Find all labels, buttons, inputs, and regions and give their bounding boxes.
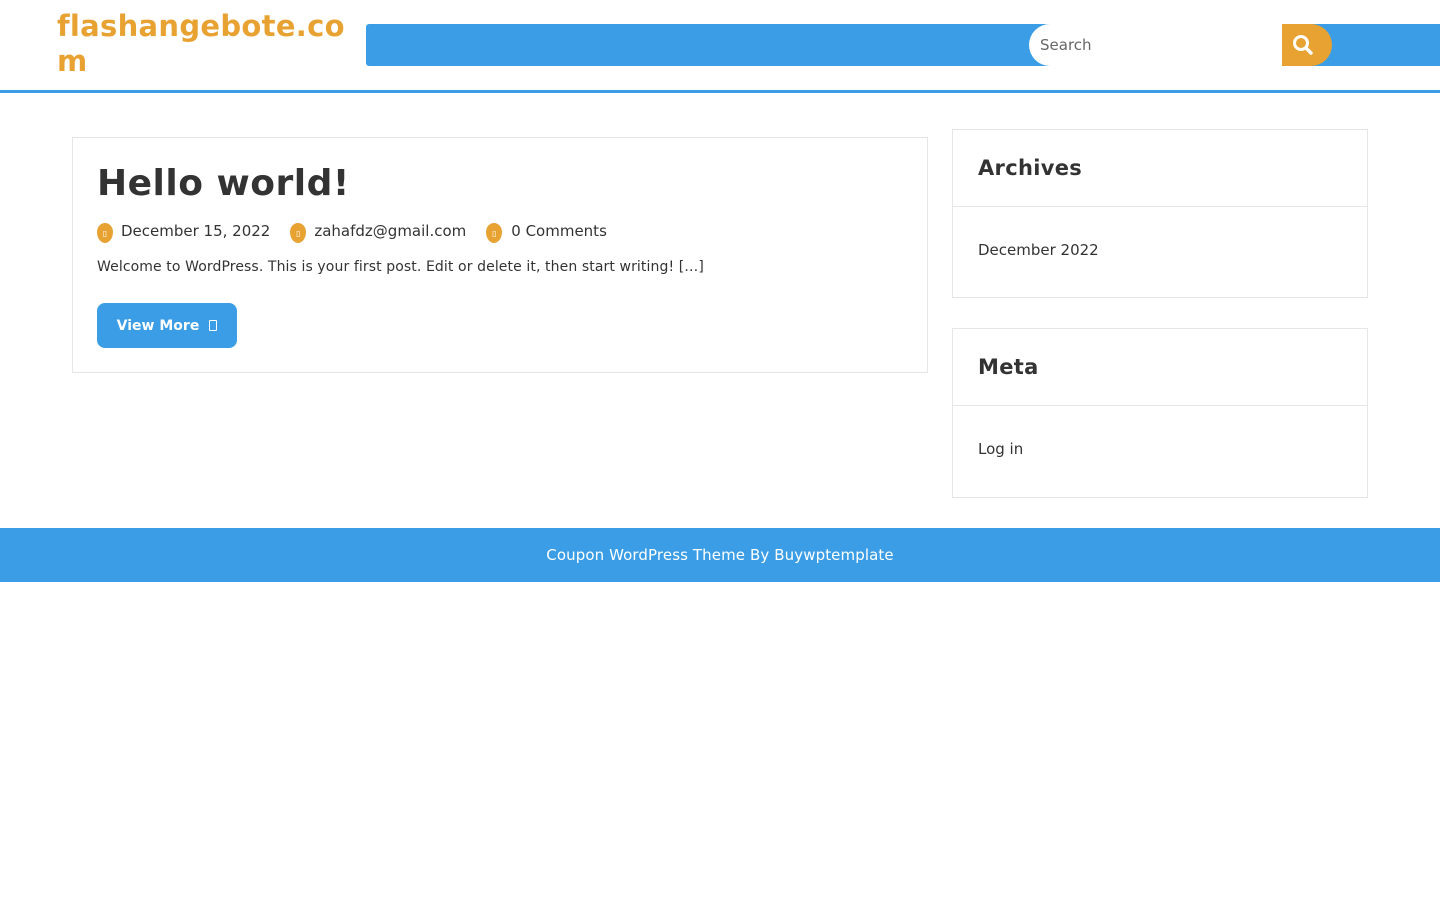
archives-title: Archives: [953, 130, 1367, 207]
post-comments-text[interactable]: 0 Comments: [511, 222, 607, 240]
meta-title: Meta: [953, 329, 1367, 406]
meta-list: Log in: [953, 406, 1367, 458]
comment-icon: ▯: [486, 223, 503, 243]
post-card: Hello world! ▯ December 15, 2022 ▯ zahaf…: [72, 137, 928, 373]
archive-link-december-2022[interactable]: December 2022: [978, 241, 1099, 259]
calendar-icon: ▯: [97, 223, 113, 243]
post-excerpt: Welcome to WordPress. This is your first…: [97, 259, 704, 275]
site-footer: Coupon WordPress Theme By Buywptemplate: [0, 528, 1440, 582]
header-divider: [0, 90, 1440, 93]
site-header: flashangebote.com: [0, 0, 1440, 90]
post-comments: ▯ 0 Comments: [486, 219, 607, 243]
post-date: ▯ December 15, 2022: [97, 219, 270, 243]
view-more-button[interactable]: View More: [97, 303, 237, 348]
search-icon: [1293, 35, 1313, 55]
meta-widget: Meta Log in: [952, 328, 1368, 498]
site-title-link[interactable]: flashangebote.com: [57, 9, 347, 79]
login-link[interactable]: Log in: [978, 440, 1023, 458]
arrow-right-icon: [209, 320, 218, 331]
footer-credit[interactable]: Coupon WordPress Theme By Buywptemplate: [546, 546, 893, 564]
search-button[interactable]: [1282, 24, 1332, 66]
view-more-label: View More: [116, 317, 200, 334]
archive-item: December 2022: [978, 241, 1367, 259]
post-date-text[interactable]: December 15, 2022: [121, 222, 270, 240]
search-input[interactable]: [1029, 24, 1289, 66]
archives-list: December 2022: [953, 207, 1367, 259]
post-title[interactable]: Hello world!: [97, 162, 350, 206]
user-icon: ▯: [290, 223, 307, 243]
meta-item: Log in: [978, 440, 1367, 458]
post-author-text[interactable]: zahafdz@gmail.com: [314, 222, 466, 240]
post-meta: ▯ December 15, 2022 ▯ zahafdz@gmail.com …: [97, 219, 627, 243]
post-author: ▯ zahafdz@gmail.com: [290, 219, 466, 243]
archives-widget: Archives December 2022: [952, 129, 1368, 298]
